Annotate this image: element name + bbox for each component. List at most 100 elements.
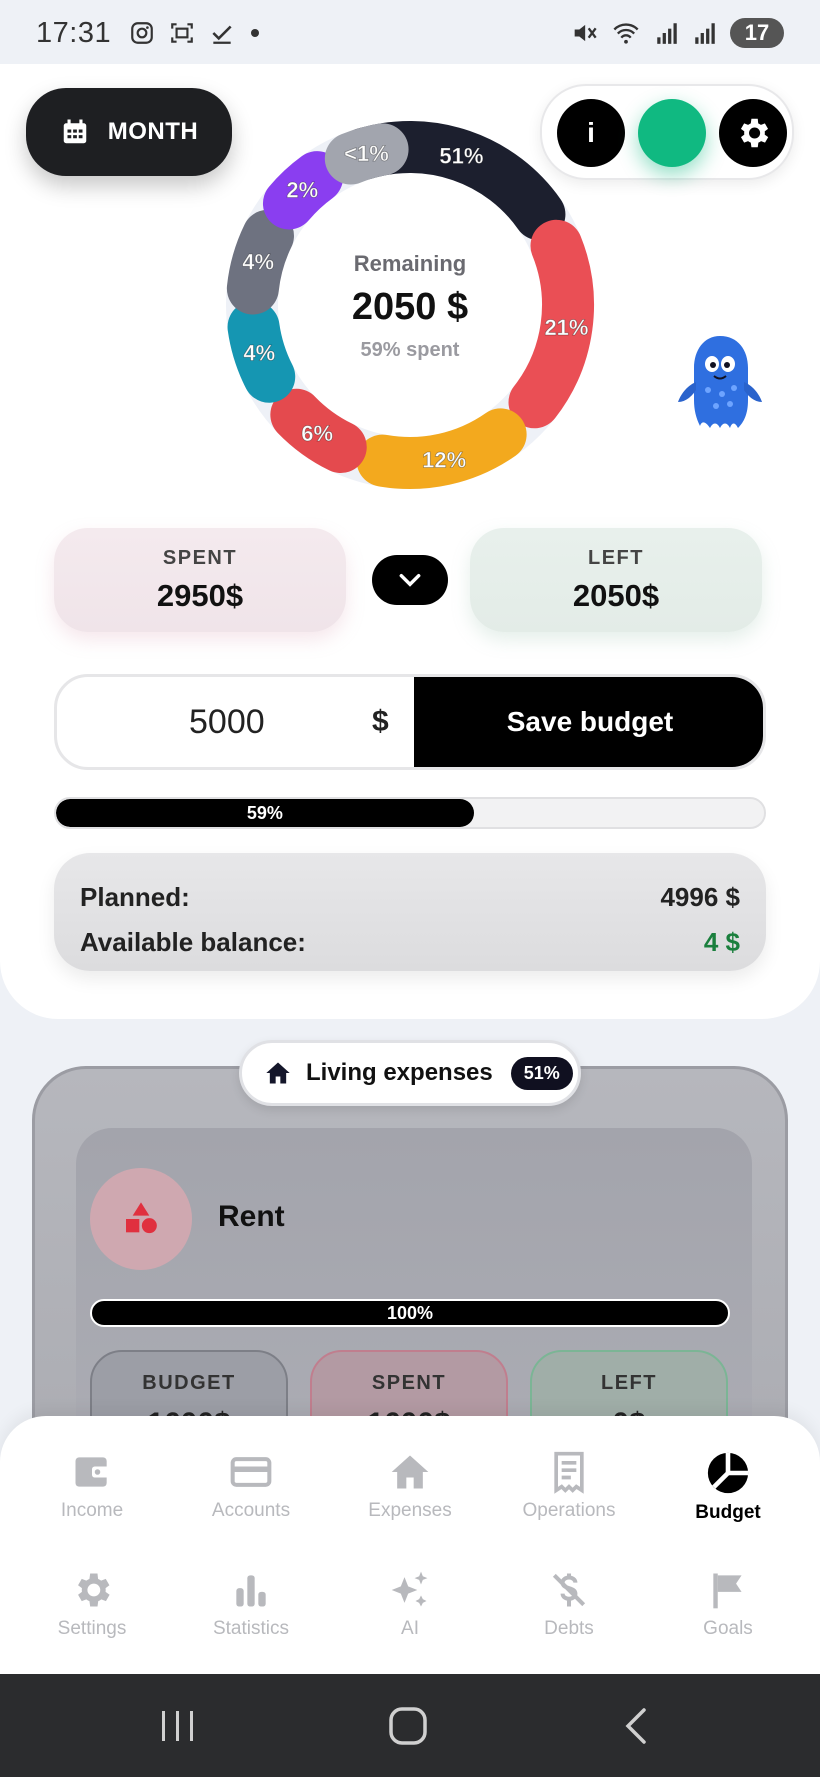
nav-item-budget[interactable]: Budget: [653, 1450, 803, 1524]
bar-chart-icon: [236, 1575, 266, 1607]
spent-summary-card: SPENT 2950$: [54, 528, 346, 632]
nav-item-expenses[interactable]: Expenses: [335, 1450, 485, 1522]
planned-label: Planned:: [80, 882, 190, 912]
chevron-down-icon: [399, 573, 421, 587]
budget-progress-label: 59%: [246, 802, 283, 823]
spent-summary-value: 2950$: [156, 577, 244, 613]
period-month-button[interactable]: MONTH: [26, 88, 232, 176]
credit-card-icon: [230, 1457, 272, 1487]
nav-label-debts: Debts: [544, 1618, 594, 1639]
period-label: MONTH: [107, 118, 199, 145]
spent-summary-label: SPENT: [162, 546, 238, 569]
item-progress-label: 100%: [386, 1302, 434, 1323]
sparkles-icon: [391, 1571, 428, 1607]
system-navigation-bar: [0, 1674, 820, 1777]
gear-icon: [740, 118, 769, 148]
shapes-icon: [126, 1202, 157, 1234]
spending-donut-chart: 51% 21% 12% 6% 4% 4% 2% <1% Remaining 2050 $ 59…: [226, 121, 594, 489]
dot-icon: [251, 29, 260, 37]
nav-item-statistics[interactable]: Statistics: [176, 1568, 326, 1640]
nav-label-operations: Operations: [522, 1500, 616, 1521]
gear-icon: [78, 1573, 110, 1607]
mute-icon: [574, 24, 597, 42]
receipt-icon: [554, 1451, 584, 1494]
nav-label-accounts: Accounts: [211, 1500, 291, 1521]
status-notification-icons: [129, 20, 261, 46]
expand-toggle-button[interactable]: [372, 555, 448, 605]
status-green-button[interactable]: [638, 99, 706, 167]
item-icon-circle: [90, 1168, 192, 1270]
donut-center-value: 2050 $: [352, 286, 468, 328]
budget-input-row: $ Save budget: [54, 674, 766, 770]
no-money-icon: [552, 1573, 586, 1607]
screenshot-icon: [171, 23, 193, 43]
donut-segment-label: 6%: [301, 421, 333, 446]
wifi-icon: [613, 23, 639, 44]
budget-amount-input[interactable]: [57, 677, 412, 767]
mascot-image: [678, 336, 762, 428]
instagram-icon: [131, 22, 153, 44]
nav-item-goals[interactable]: Goals: [653, 1568, 803, 1640]
nav-item-ai[interactable]: AI: [335, 1568, 485, 1640]
nav-label-statistics: Statistics: [212, 1618, 290, 1639]
recent-apps-icon[interactable]: [158, 1708, 198, 1744]
donut-segment-label: 4%: [243, 341, 275, 366]
left-summary-value: 2050$: [572, 577, 660, 613]
donut-segment-label: 21%: [544, 315, 588, 340]
item-title: Rent: [218, 1200, 285, 1233]
donut-segment-label: 12%: [422, 447, 466, 472]
nav-label-budget: Budget: [695, 1502, 761, 1523]
planned-value: 4996 $: [660, 882, 740, 912]
budget-currency: $: [372, 705, 389, 738]
pie-chart-icon: [707, 1452, 749, 1494]
nav-label-ai: AI: [401, 1618, 419, 1639]
home-icon: [266, 1062, 290, 1084]
available-balance-row: Available balance: 4 $: [80, 920, 740, 965]
status-bar: 17:31 17: [0, 0, 820, 66]
nav-label-goals: Goals: [703, 1618, 753, 1639]
settings-button[interactable]: [719, 99, 787, 167]
save-budget-button[interactable]: Save budget: [414, 677, 763, 767]
donut-segment-label: <1%: [344, 141, 389, 166]
wallet-icon: [75, 1457, 111, 1487]
item-budget-label: BUDGET: [142, 1372, 236, 1394]
budget-progress-bar: 59%: [54, 797, 766, 829]
back-icon[interactable]: [622, 1706, 652, 1746]
battery-indicator: 17: [730, 18, 784, 48]
left-summary-card: LEFT 2050$: [470, 528, 762, 632]
home-icon: [391, 1455, 429, 1489]
status-system-icons: 17: [570, 18, 784, 48]
donut-segment-label: 4%: [242, 249, 274, 274]
signal-icon: [657, 23, 677, 44]
available-balance-value: 4 $: [703, 927, 740, 957]
nav-item-accounts[interactable]: Accounts: [176, 1450, 326, 1522]
category-header[interactable]: Living expenses 51%: [239, 1040, 581, 1106]
available-balance-label: Available balance:: [80, 927, 306, 957]
plan-summary-box: Planned: 4996 $ Available balance: 4 $: [54, 853, 766, 971]
status-time: 17:31: [36, 16, 112, 49]
flag-icon: [713, 1573, 742, 1609]
category-percent-badge: 51%: [510, 1056, 573, 1090]
planned-row: Planned: 4996 $: [80, 875, 740, 920]
donut-segment-label: 2%: [286, 177, 318, 202]
donut-center-label: Remaining: [354, 251, 466, 276]
donut-segment-label: 51%: [439, 144, 483, 169]
bottom-navigation: Income Accounts Expenses Operations Budg…: [0, 1416, 820, 1674]
nav-label-income: Income: [60, 1500, 124, 1521]
item-left-label: LEFT: [601, 1372, 657, 1394]
item-progress-bar: 100%: [90, 1299, 730, 1327]
nav-item-settings[interactable]: Settings: [17, 1568, 167, 1640]
category-title: Living expenses: [306, 1059, 493, 1086]
item-spent-label: SPENT: [371, 1372, 447, 1394]
nav-item-income[interactable]: Income: [17, 1450, 167, 1522]
nav-item-debts[interactable]: Debts: [494, 1568, 644, 1640]
nav-label-expenses: Expenses: [368, 1500, 452, 1521]
home-button-icon[interactable]: [388, 1706, 428, 1746]
donut-center-sub: 59% spent: [361, 339, 460, 361]
signal-icon-2: [695, 23, 715, 44]
left-summary-label: LEFT: [588, 546, 644, 569]
check-icon: [212, 25, 232, 44]
calendar-icon: [63, 119, 86, 144]
nav-label-settings: Settings: [57, 1618, 127, 1639]
nav-item-operations[interactable]: Operations: [494, 1450, 644, 1522]
